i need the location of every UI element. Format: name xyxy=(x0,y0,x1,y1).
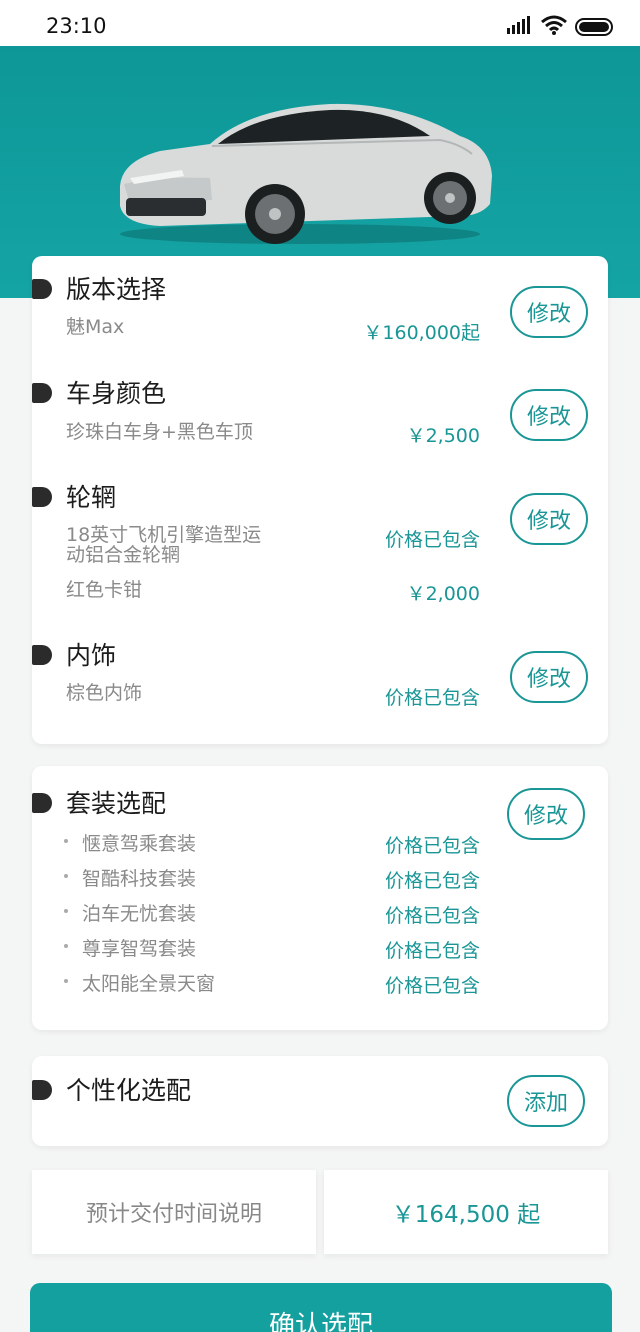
list-bullet xyxy=(64,874,68,878)
package-item: 惬意驾乘套装 xyxy=(82,833,197,855)
section-bullet-icon xyxy=(32,645,52,665)
package-item: 太阳能全景天窗 xyxy=(82,973,216,995)
color-title: 车身颜色 xyxy=(66,379,167,408)
battery-icon xyxy=(575,18,613,36)
packages-title: 套装选配 xyxy=(66,789,167,818)
section-bullet-icon xyxy=(32,487,52,507)
car-image xyxy=(120,103,492,244)
package-price: 价格已包含 xyxy=(384,940,480,962)
interior-price: 价格已包含 xyxy=(384,687,480,709)
edit-interior-button[interactable]: 修改 xyxy=(510,651,588,703)
package-price: 价格已包含 xyxy=(384,835,480,857)
package-item: 泊车无忧套装 xyxy=(82,903,197,925)
total-price: ￥164,500 起 xyxy=(324,1170,608,1254)
package-price: 价格已包含 xyxy=(384,870,480,892)
list-bullet xyxy=(64,839,68,843)
edit-wheels-button[interactable]: 修改 xyxy=(510,493,588,545)
version-item: 魅Max xyxy=(66,316,125,338)
package-price: 价格已包含 xyxy=(384,975,480,997)
edit-color-button[interactable]: 修改 xyxy=(510,389,588,441)
color-price: ￥2,500 xyxy=(406,425,480,447)
version-price: ￥160,000起 xyxy=(363,322,480,344)
add-custom-button[interactable]: 添加 xyxy=(507,1075,585,1127)
wheels-title: 轮辋 xyxy=(66,483,117,512)
section-bullet-icon xyxy=(32,793,52,813)
package-item: 尊享智驾套装 xyxy=(82,938,197,960)
signal-icon xyxy=(507,16,530,34)
edit-packages-button[interactable]: 修改 xyxy=(507,788,585,840)
section-bullet-icon xyxy=(32,383,52,403)
caliper-item: 红色卡钳 xyxy=(66,579,143,601)
wifi-icon xyxy=(541,15,567,35)
section-bullet-icon xyxy=(32,1080,52,1100)
wheels-item-price: 价格已包含 xyxy=(384,529,480,551)
custom-title: 个性化选配 xyxy=(66,1076,192,1105)
interior-item: 棕色内饰 xyxy=(66,682,143,704)
wheels-item-line2: 动铝合金轮辋 xyxy=(66,544,181,566)
caliper-price: ￥2,000 xyxy=(406,583,480,605)
color-item: 珍珠白车身+黑色车顶 xyxy=(66,421,253,443)
list-bullet xyxy=(64,944,68,948)
status-bar: 23:10 xyxy=(0,0,640,46)
list-bullet xyxy=(64,979,68,983)
wheels-item-line1: 18英寸飞机引擎造型运 xyxy=(66,524,262,546)
status-time: 23:10 xyxy=(46,14,107,38)
package-price: 价格已包含 xyxy=(384,905,480,927)
list-bullet xyxy=(64,909,68,913)
confirm-config-button[interactable]: 确认选配 xyxy=(30,1283,612,1332)
edit-version-button[interactable]: 修改 xyxy=(510,286,588,338)
version-title: 版本选择 xyxy=(66,275,167,304)
delivery-time-link[interactable]: 预计交付时间说明 xyxy=(32,1170,316,1254)
package-item: 智酷科技套装 xyxy=(82,868,197,890)
section-bullet-icon xyxy=(32,279,52,299)
interior-title: 内饰 xyxy=(66,641,117,670)
